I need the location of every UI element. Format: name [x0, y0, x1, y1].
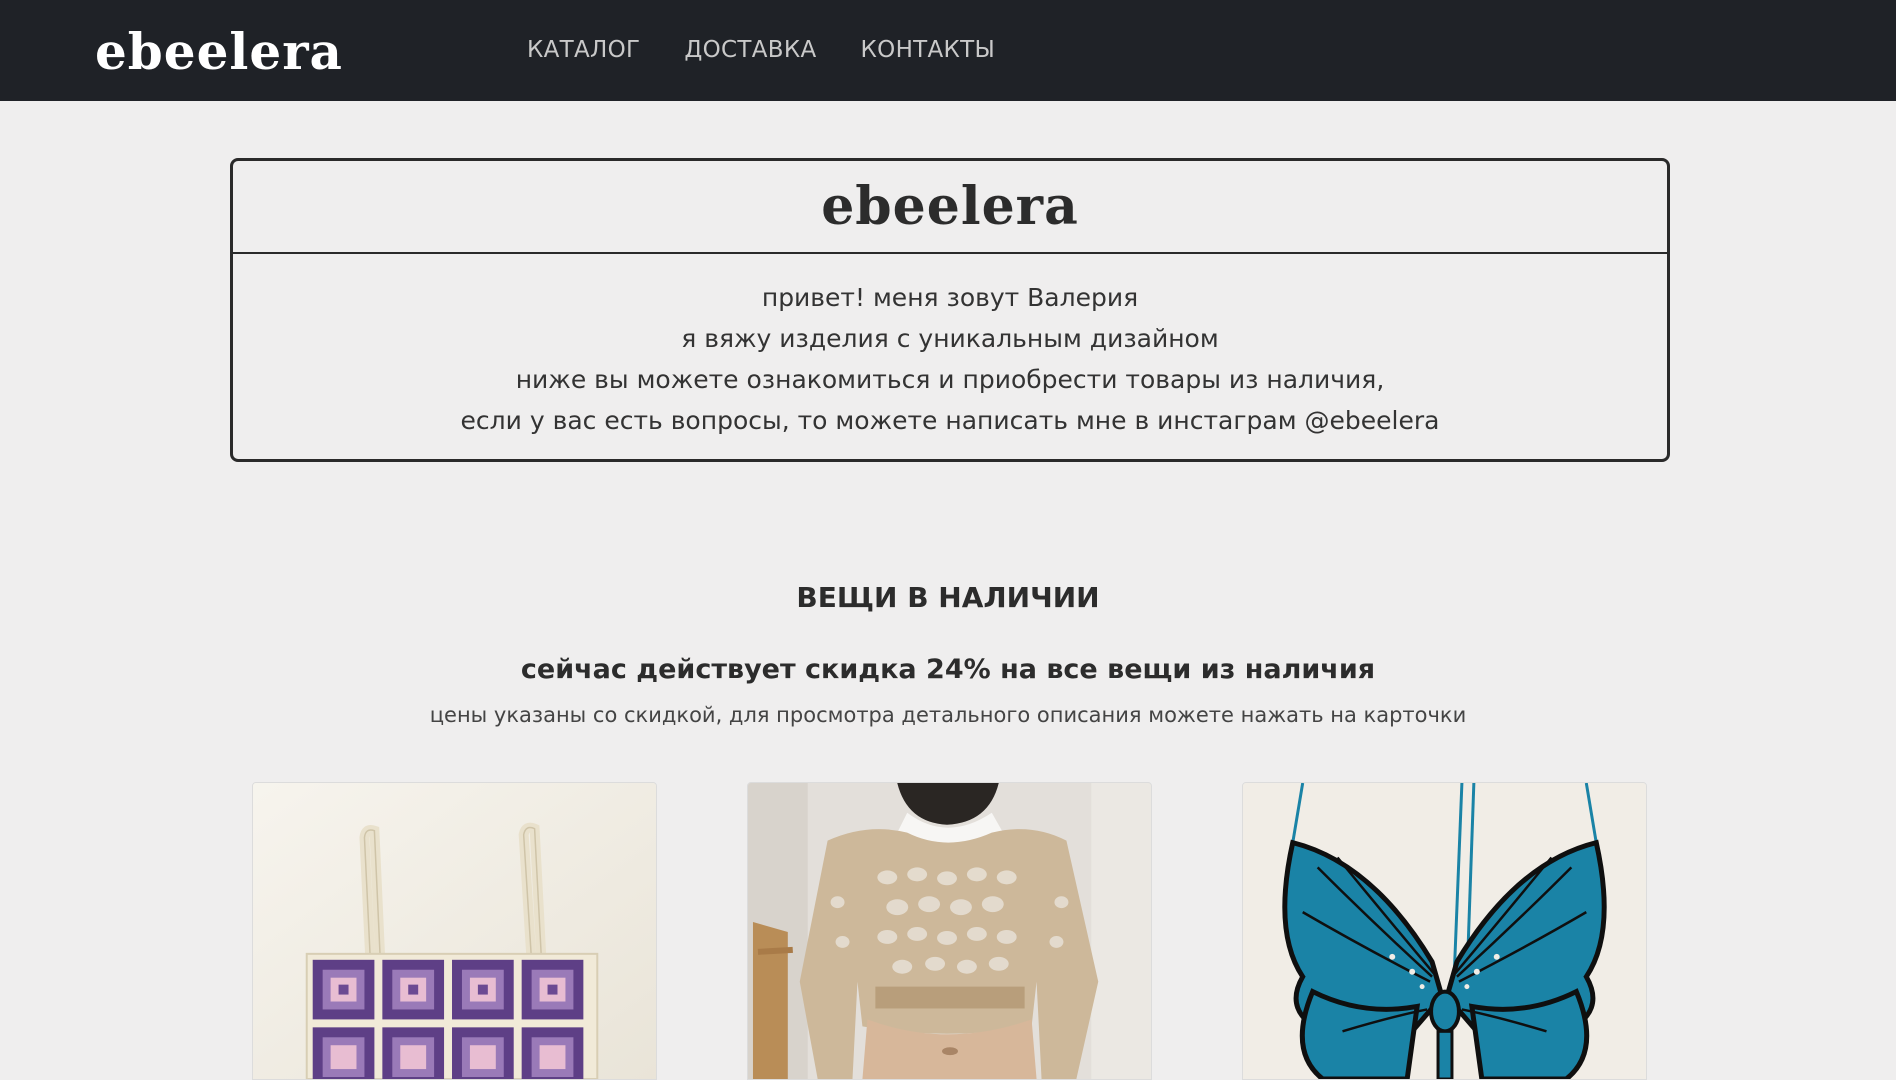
- section-title: ВЕЩИ В НАЛИЧИИ: [796, 581, 1100, 614]
- granny-square-top-image: [253, 783, 656, 1079]
- main-nav: КАТАЛОГ ДОСТАВКА КОНТАКТЫ: [527, 34, 995, 66]
- site-header: ebeelera КАТАЛОГ ДОСТАВКА КОНТАКТЫ: [0, 0, 1896, 101]
- intro-line: привет! меня зовут Валерия: [761, 283, 1139, 312]
- nav-delivery[interactable]: ДОСТАВКА: [684, 34, 816, 66]
- intro-line: ниже вы можете ознакомиться и приобрести…: [515, 365, 1385, 394]
- intro-line: если у вас есть вопросы, то можете напис…: [460, 406, 1440, 435]
- product-card[interactable]: [747, 782, 1152, 1080]
- mesh-sweater-image: [748, 783, 1151, 1079]
- intro-text: привет! меня зовут Валерия я вяжу издели…: [233, 254, 1667, 441]
- intro-header: ebeelera: [233, 161, 1667, 254]
- nav-catalog[interactable]: КАТАЛОГ: [527, 34, 640, 66]
- product-card[interactable]: [252, 782, 657, 1080]
- discount-banner: сейчас действует скидка 24% на все вещи …: [520, 654, 1376, 685]
- price-note: цены указаны со скидкой, для просмотра д…: [429, 703, 1467, 727]
- intro-logo: ebeelera: [821, 175, 1079, 237]
- intro-line: я вяжу изделия с уникальным дизайном: [681, 324, 1219, 353]
- intro-box: ebeelera привет! меня зовут Валерия я вя…: [230, 158, 1670, 462]
- nav-contacts[interactable]: КОНТАКТЫ: [861, 34, 996, 66]
- product-card[interactable]: [1242, 782, 1647, 1080]
- butterfly-top-image: [1243, 783, 1646, 1079]
- site-logo[interactable]: ebeelera: [95, 24, 343, 80]
